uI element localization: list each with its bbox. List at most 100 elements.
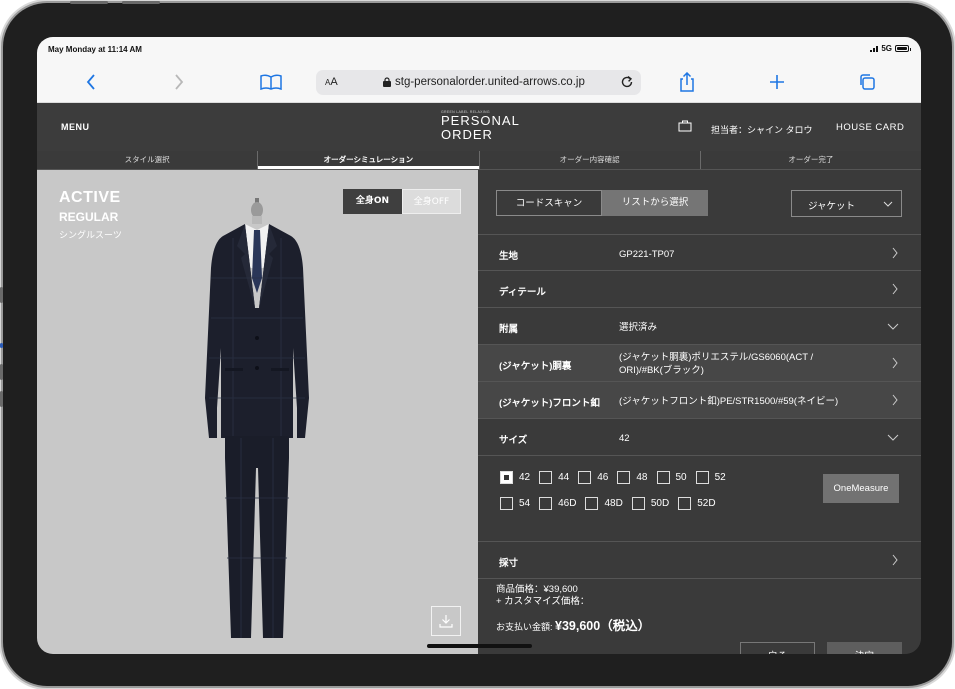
size-row[interactable]: サイズ 42 bbox=[478, 419, 921, 456]
network-label: 5G bbox=[881, 44, 892, 53]
row-label: ディテール bbox=[499, 287, 546, 298]
checkbox[interactable] bbox=[631, 496, 645, 510]
bookmarks-button[interactable] bbox=[257, 71, 285, 93]
chevron-right-icon bbox=[892, 394, 898, 406]
row-label: 生地 bbox=[499, 251, 519, 262]
step-order-simulation[interactable]: オーダーシミュレーション bbox=[258, 151, 480, 169]
size-option-48[interactable]: 48 bbox=[617, 468, 648, 486]
volume-button bbox=[70, 1, 108, 4]
download-button[interactable] bbox=[431, 606, 461, 636]
status-time: May Monday at 11:14 AM bbox=[48, 45, 142, 54]
status-bar: May Monday at 11:14 AM 5G bbox=[37, 37, 921, 63]
checkbox[interactable] bbox=[539, 496, 553, 510]
step-order-complete[interactable]: オーダー完了 bbox=[701, 151, 921, 169]
checkbox-checked[interactable] bbox=[500, 470, 513, 484]
tabs-overview-icon bbox=[860, 74, 875, 90]
size-option-52d[interactable]: 52D bbox=[678, 494, 716, 512]
size-option-50d[interactable]: 50D bbox=[631, 494, 669, 512]
category-select[interactable]: ジャケット bbox=[791, 190, 902, 217]
model-fit: REGULAR bbox=[59, 210, 119, 224]
size-option-50[interactable]: 50 bbox=[656, 468, 687, 486]
checkbox[interactable] bbox=[678, 496, 692, 510]
code-scan-button[interactable]: コードスキャン bbox=[496, 190, 602, 216]
chevron-left-icon bbox=[86, 74, 95, 90]
house-card-button[interactable]: HOUSE CARD bbox=[836, 122, 904, 133]
product-price: 商品価格：¥39,600 bbox=[496, 584, 578, 595]
share-button[interactable] bbox=[673, 71, 701, 93]
size-line-2: 54 46D 48D 50D 52D bbox=[500, 494, 800, 512]
confirm-button[interactable]: 決定 bbox=[827, 642, 902, 654]
checkbox[interactable] bbox=[539, 470, 553, 484]
size-option-52[interactable]: 52 bbox=[695, 468, 726, 486]
one-measure-button[interactable]: OneMeasure bbox=[823, 474, 899, 503]
address-bar[interactable]: AAAA stg-personalorder.united-arrows.co.… bbox=[316, 70, 641, 95]
forward-button[interactable] bbox=[165, 71, 193, 93]
full-body-toggle: 全身ON 全身OFF bbox=[343, 189, 461, 214]
size-option-42[interactable]: 42 bbox=[500, 468, 530, 486]
menu-button[interactable]: MENU bbox=[61, 122, 90, 132]
battery-icon bbox=[895, 45, 911, 52]
step-tabs: スタイル選択 オーダーシミュレーション オーダー内容確認 オーダー完了 bbox=[37, 151, 921, 170]
row-value: 42 bbox=[619, 433, 630, 444]
shopping-bag-icon[interactable] bbox=[678, 120, 692, 132]
tabs-button[interactable] bbox=[853, 71, 881, 93]
list-select-button[interactable]: リストから選択 bbox=[602, 190, 708, 216]
chevron-down-icon bbox=[887, 323, 899, 330]
jacket-front-button-row[interactable]: (ジャケット)フロント釦 (ジャケットフロント釦)PE/STR1500/#59(… bbox=[478, 382, 921, 419]
screen: May Monday at 11:14 AM 5G AAAA stg-perso… bbox=[37, 37, 921, 654]
checkbox[interactable] bbox=[585, 496, 599, 510]
personal-order-logo[interactable]: GREEN LABEL RELAXING PERSONAL ORDER bbox=[441, 110, 520, 142]
volume-button bbox=[122, 1, 160, 4]
checkbox[interactable] bbox=[695, 470, 709, 484]
full-body-off-button[interactable]: 全身OFF bbox=[402, 189, 461, 214]
side-button bbox=[0, 343, 3, 348]
chevron-down-icon bbox=[883, 201, 893, 207]
logo-line2: ORDER bbox=[441, 127, 493, 142]
status-indicators: 5G bbox=[870, 44, 911, 53]
back-action-button[interactable]: 戻る bbox=[740, 642, 815, 654]
size-option-54[interactable]: 54 bbox=[500, 494, 530, 512]
size-label: 46D bbox=[558, 497, 577, 509]
row-label: (ジャケット)胴裏 bbox=[499, 361, 572, 372]
side-button bbox=[0, 287, 3, 303]
row-value: 選択済み bbox=[619, 322, 658, 333]
checkbox[interactable] bbox=[617, 470, 631, 484]
signal-icon bbox=[870, 45, 879, 52]
size-option-48d[interactable]: 48D bbox=[585, 494, 623, 512]
checkbox[interactable] bbox=[500, 496, 513, 510]
new-tab-button[interactable] bbox=[763, 71, 791, 93]
measurement-row[interactable]: 採寸 bbox=[478, 542, 921, 579]
size-label: 48D bbox=[604, 497, 623, 509]
step-order-confirm[interactable]: オーダー内容確認 bbox=[480, 151, 701, 169]
suit-mannequin-image bbox=[205, 198, 309, 638]
back-button[interactable] bbox=[77, 71, 105, 93]
size-grid: 42 44 46 48 50 52 54 46D 48D 50D 52D bbox=[500, 468, 800, 520]
size-label: 48 bbox=[636, 471, 648, 483]
logo-line1: PERSONAL bbox=[441, 113, 520, 128]
total-value: ¥39,600（税込） bbox=[555, 619, 651, 633]
row-label: (ジャケット)フロント釦 bbox=[499, 398, 600, 409]
model-type: シングルスーツ bbox=[59, 230, 122, 240]
reload-icon[interactable] bbox=[619, 74, 635, 90]
size-label: 44 bbox=[558, 471, 570, 483]
share-icon bbox=[680, 72, 694, 92]
detail-row[interactable]: ディテール bbox=[478, 271, 921, 308]
jacket-lining-row[interactable]: (ジャケット)胴裏 (ジャケット胴裏)ポリエステル/GS6060(ACT / O… bbox=[478, 345, 921, 382]
size-option-46d[interactable]: 46D bbox=[539, 494, 576, 512]
fabric-row[interactable]: 生地 GP221-TP07 bbox=[478, 234, 921, 271]
accessories-row[interactable]: 附属 選択済み bbox=[478, 308, 921, 345]
step-style-select[interactable]: スタイル選択 bbox=[37, 151, 259, 169]
size-option-44[interactable]: 44 bbox=[539, 468, 569, 486]
order-form: コードスキャン リストから選択 ジャケット 生地 GP221-TP07 ディテー… bbox=[478, 170, 921, 654]
size-option-46[interactable]: 46 bbox=[578, 468, 608, 486]
reader-aa-button[interactable]: AAAA bbox=[325, 76, 338, 88]
plus-icon bbox=[770, 75, 784, 89]
size-label: 50 bbox=[675, 471, 687, 483]
checkbox[interactable] bbox=[656, 470, 670, 484]
full-body-on-button[interactable]: 全身ON bbox=[343, 189, 402, 214]
size-label: 42 bbox=[519, 471, 531, 483]
checkbox[interactable] bbox=[578, 470, 592, 484]
price-summary: 商品価格：¥39,600 + カスタマイズ価格： お支払い金額: ¥39,600… bbox=[496, 584, 650, 633]
browser-toolbar: AAAA stg-personalorder.united-arrows.co.… bbox=[37, 63, 921, 103]
size-label: 54 bbox=[519, 497, 531, 509]
